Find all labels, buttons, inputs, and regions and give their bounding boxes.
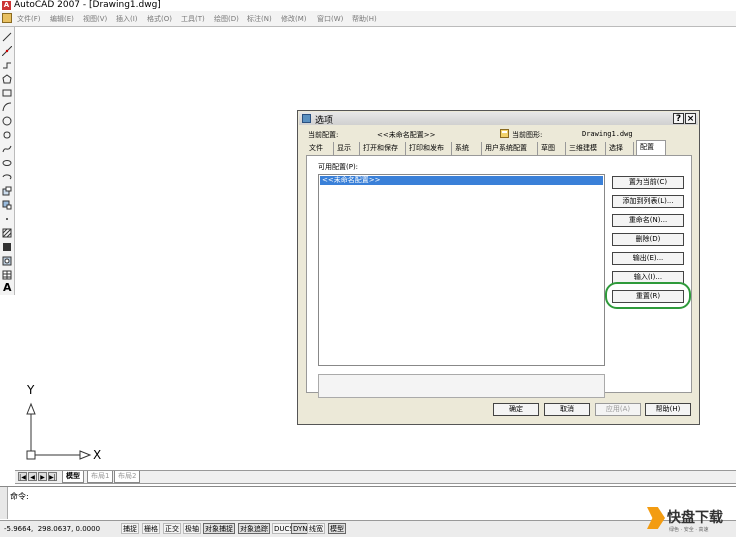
gradient-icon[interactable] (2, 242, 12, 252)
tab-model[interactable]: 模型 (62, 471, 84, 483)
status-grid[interactable]: 栅格 (142, 523, 160, 534)
revcloud-icon[interactable] (2, 130, 12, 140)
status-model[interactable]: 模型 (328, 523, 346, 534)
watermark-logo-icon (647, 507, 665, 529)
tab-plot-publish[interactable]: 打印和发布 (406, 142, 452, 155)
insert-block-icon[interactable] (2, 186, 12, 196)
menu-window[interactable]: 窗口(W) (317, 14, 343, 24)
tab-user-preferences[interactable]: 用户系统配置 (482, 142, 538, 155)
reset-button-highlight (605, 282, 691, 309)
dialog-close-button[interactable]: × (685, 113, 696, 124)
status-otrack[interactable]: 对象追踪 (238, 523, 270, 534)
polygon-icon[interactable] (2, 74, 12, 84)
last-tab-button[interactable]: ▶| (48, 472, 57, 481)
circle-icon[interactable] (2, 116, 12, 126)
cancel-button[interactable]: 取消 (544, 403, 590, 416)
tab-profiles[interactable]: 配置 (636, 140, 666, 155)
dialog-title-bar[interactable]: 选项 ? × (299, 112, 698, 126)
ucs-y-label: Y (27, 383, 35, 397)
current-drawing-value: Drawing1.dwg (582, 130, 633, 138)
polyline-icon[interactable] (2, 60, 12, 70)
menu-help[interactable]: 帮助(H) (352, 14, 377, 24)
profile-description-box (318, 374, 605, 398)
apply-button[interactable]: 应用(A) (595, 403, 641, 416)
dialog-help-button[interactable]: ? (673, 113, 684, 124)
prev-tab-button[interactable]: ◀ (28, 472, 37, 481)
document-menu-icon[interactable] (2, 13, 12, 23)
help-button[interactable]: 帮助(H) (645, 403, 691, 416)
menu-edit[interactable]: 编辑(E) (50, 14, 74, 24)
command-prompt: 命令: (10, 492, 29, 501)
ucs-x-label: X (93, 448, 102, 462)
set-current-button[interactable]: 置为当前(C) (612, 176, 684, 189)
tab-layout1[interactable]: 布局1 (87, 471, 114, 483)
tab-drafting[interactable]: 草图 (538, 142, 566, 155)
status-polar[interactable]: 极轴 (183, 523, 201, 534)
menu-file[interactable]: 文件(F) (17, 14, 41, 24)
ok-button[interactable]: 确定 (493, 403, 539, 416)
current-profile-label: 当前配置: (308, 131, 339, 139)
options-dialog: 选项 ? × 当前配置: <<未命名配置>> 当前图形: Drawing1.dw… (297, 110, 700, 425)
construction-line-icon[interactable] (2, 46, 12, 56)
add-to-list-button[interactable]: 添加到列表(L)... (612, 195, 684, 208)
list-item[interactable]: <<未命名配置>> (320, 176, 603, 185)
rectangle-icon[interactable] (2, 88, 12, 98)
multiline-text-tool[interactable]: A (3, 281, 12, 294)
tab-display[interactable]: 显示 (334, 142, 360, 155)
table-icon[interactable] (2, 270, 12, 280)
export-button[interactable]: 输出(E)... (612, 252, 684, 265)
ellipse-arc-icon[interactable] (2, 172, 12, 182)
current-drawing-label: 当前图形: (512, 131, 543, 139)
menu-modify[interactable]: 修改(M) (281, 14, 307, 24)
menu-insert[interactable]: 插入(I) (116, 14, 138, 24)
spline-icon[interactable] (2, 144, 12, 154)
tab-files[interactable]: 文件 (306, 142, 334, 155)
status-osnap[interactable]: 对象捕捉 (203, 523, 235, 534)
arc-icon[interactable] (2, 102, 12, 112)
command-line-grip[interactable] (0, 487, 8, 519)
next-tab-button[interactable]: ▶ (38, 472, 47, 481)
menu-view[interactable]: 视图(V) (83, 14, 107, 24)
layout-tabs-bar: |◀ ◀ ▶ ▶| 模型 布局1 布局2 (15, 470, 736, 484)
region-icon[interactable] (2, 256, 12, 266)
tab-layout2[interactable]: 布局2 (114, 471, 141, 483)
window-title-bar: A AutoCAD 2007 - [Drawing1.dwg] (0, 0, 736, 11)
dialog-title: 选项 (315, 116, 334, 126)
draw-toolbar: A (0, 27, 15, 295)
first-tab-button[interactable]: |◀ (18, 472, 27, 481)
menu-bar: 文件(F) 编辑(E) 视图(V) 插入(I) 格式(O) 工具(T) 绘图(D… (0, 11, 736, 27)
status-lineweight[interactable]: 线宽 (307, 523, 325, 534)
menu-tools[interactable]: 工具(T) (181, 14, 205, 24)
tab-3d-modeling[interactable]: 三维建模 (566, 142, 606, 155)
rename-button[interactable]: 重命名(N)... (612, 214, 684, 227)
profiles-list[interactable]: <<未命名配置>> (318, 174, 605, 366)
point-icon[interactable] (2, 214, 12, 224)
tab-system[interactable]: 系统 (452, 142, 482, 155)
current-profile-value: <<未命名配置>> (377, 131, 436, 139)
watermark-title: 快盘下载 (667, 510, 723, 526)
available-profiles-label: 可用配置(P): (318, 163, 359, 171)
status-snap[interactable]: 捕捉 (121, 523, 139, 534)
coordinate-readout[interactable]: -5.9664, 298.0637, 0.0000 (4, 525, 100, 533)
tab-open-save[interactable]: 打开和保存 (360, 142, 406, 155)
ellipse-icon[interactable] (2, 158, 12, 168)
status-bar: -5.9664, 298.0637, 0.0000 捕捉 栅格 正交 极轴 对象… (0, 520, 736, 537)
command-line[interactable]: 命令: (0, 486, 736, 519)
dialog-app-icon (302, 114, 311, 123)
window-title: AutoCAD 2007 - [Drawing1.dwg] (14, 0, 161, 10)
line-icon[interactable] (2, 32, 12, 42)
hatch-icon[interactable] (2, 228, 12, 238)
menu-format[interactable]: 格式(O) (147, 14, 172, 24)
watermark-slogan: 绿色 · 安全 · 高速 (669, 527, 709, 533)
menu-dimension[interactable]: 标注(N) (247, 14, 272, 24)
site-watermark: 快盘下载 绿色 · 安全 · 高速 (647, 505, 735, 535)
status-ortho[interactable]: 正交 (163, 523, 181, 534)
menu-draw[interactable]: 绘图(D) (214, 14, 239, 24)
autocad-logo-icon: A (2, 1, 11, 10)
tab-selection[interactable]: 选择 (606, 142, 634, 155)
profiles-tab-panel: 可用配置(P): <<未命名配置>> 置为当前(C) 添加到列表(L)... 重… (306, 155, 692, 398)
make-block-icon[interactable] (2, 200, 12, 210)
delete-button[interactable]: 删除(D) (612, 233, 684, 246)
drawing-file-icon (500, 129, 509, 138)
